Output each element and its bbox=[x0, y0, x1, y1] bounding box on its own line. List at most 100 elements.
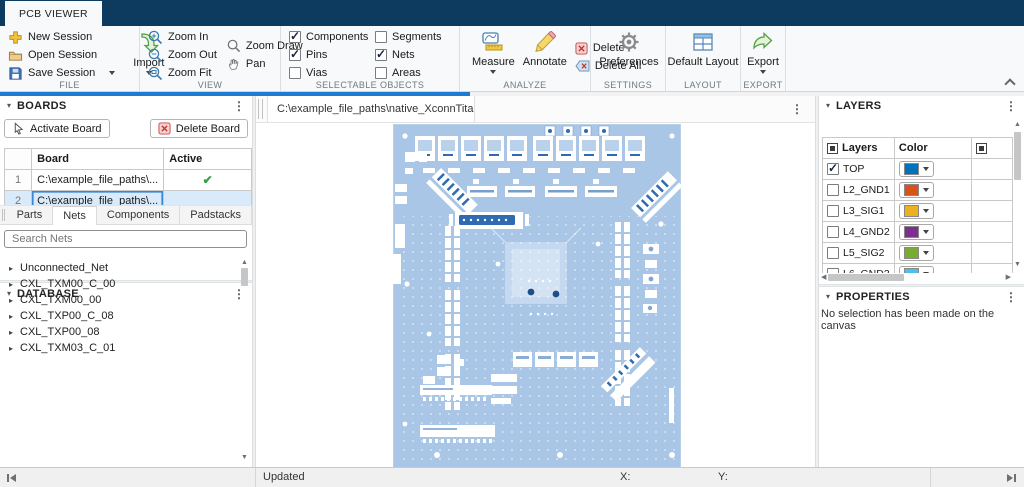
zoom-fit-button[interactable]: Zoom Fit bbox=[148, 65, 217, 81]
new-session-button[interactable]: New Session bbox=[8, 29, 115, 45]
expand-icon[interactable]: ▸ bbox=[9, 312, 13, 321]
boards-panel-menu-icon[interactable]: ⋮ bbox=[233, 99, 245, 113]
expand-icon[interactable]: ▸ bbox=[9, 296, 13, 305]
layers-panel-menu-icon[interactable]: ⋮ bbox=[1005, 99, 1017, 113]
checkbox-segments[interactable]: Segments bbox=[375, 29, 442, 45]
section-file: New Session Open Session Save Session Im… bbox=[0, 26, 140, 91]
net-item[interactable]: ▸ CXL_TXP00_C_08 bbox=[0, 308, 238, 324]
layers-vertical-scrollbar[interactable]: ▲ ▼ bbox=[1012, 120, 1023, 270]
zoom-in-button[interactable]: Zoom In bbox=[148, 29, 217, 45]
layer-visibility-checkbox[interactable] bbox=[827, 184, 839, 196]
expand-icon[interactable]: ▸ bbox=[9, 264, 13, 273]
search-nets-input[interactable] bbox=[4, 230, 247, 248]
measure-button[interactable]: Measure bbox=[468, 29, 519, 75]
export-button[interactable]: Export bbox=[743, 29, 783, 75]
checkbox-nets[interactable]: Nets bbox=[375, 47, 442, 63]
net-item[interactable]: ▸ CXL_TXP00_08 bbox=[0, 324, 238, 340]
document-menu-icon[interactable]: ⋮ bbox=[791, 102, 803, 116]
layer-color-dropdown[interactable] bbox=[899, 203, 934, 219]
pcb-canvas[interactable] bbox=[256, 123, 815, 467]
layers-collapse-icon[interactable]: ▾ bbox=[826, 101, 830, 110]
layer-visibility-checkbox[interactable] bbox=[827, 163, 839, 175]
delete-board-button[interactable]: Delete Board bbox=[150, 119, 248, 138]
tab-bar-grip[interactable] bbox=[2, 209, 5, 221]
layer-row-l2-gnd1[interactable]: L2_GND1 bbox=[823, 180, 1013, 201]
select-all-layers-checkbox[interactable] bbox=[827, 143, 838, 154]
export-dropdown-caret[interactable] bbox=[760, 70, 766, 74]
pins-checkbox[interactable] bbox=[289, 49, 301, 61]
board-row-1[interactable]: 1 C:\example_file_paths\... ✔ bbox=[5, 170, 252, 191]
swatch-caret-icon bbox=[923, 251, 929, 255]
layer-visibility-checkbox[interactable] bbox=[827, 226, 839, 238]
scrollbar-thumb[interactable] bbox=[1014, 132, 1021, 180]
layer-color-dropdown[interactable] bbox=[899, 161, 934, 177]
nets-scrollbar[interactable]: ▲ ▼ bbox=[239, 258, 250, 463]
layer-color-dropdown[interactable] bbox=[899, 245, 934, 261]
properties-panel-menu-icon[interactable]: ⋮ bbox=[1005, 290, 1017, 304]
default-layout-button[interactable]: Default Layout bbox=[664, 29, 743, 69]
board-path-cell[interactable]: C:\example_file_paths\... bbox=[32, 170, 164, 191]
scroll-left-icon[interactable]: ◀ bbox=[821, 273, 826, 283]
save-session-button[interactable]: Save Session bbox=[8, 65, 115, 81]
tab-parts[interactable]: Parts bbox=[7, 206, 54, 224]
layer-visibility-checkbox[interactable] bbox=[827, 247, 839, 259]
net-item[interactable]: ▸ CXL_TXM03_C_01 bbox=[0, 340, 238, 356]
nets-checkbox[interactable] bbox=[375, 49, 387, 61]
net-item[interactable]: ▸ CXL_TXM00_C_00 bbox=[0, 276, 238, 292]
layer-row-l6-gnd3[interactable]: L6_GND3 bbox=[823, 264, 1013, 274]
open-session-button[interactable]: Open Session bbox=[8, 47, 115, 63]
layer-row-l4-gnd2[interactable]: L4_GND2 bbox=[823, 222, 1013, 243]
segments-checkbox[interactable] bbox=[375, 31, 387, 43]
status-x-label: X: bbox=[620, 471, 630, 483]
layers-horizontal-scrollbar[interactable]: ◀ ▶ bbox=[821, 273, 1011, 282]
collapse-right-panel-icon[interactable] bbox=[1007, 474, 1016, 482]
measure-label: Measure bbox=[472, 56, 515, 68]
tab-nets[interactable]: Nets bbox=[53, 206, 97, 225]
net-item[interactable]: ▸ Unconnected_Net bbox=[0, 260, 238, 276]
tab-components[interactable]: Components bbox=[97, 206, 180, 224]
net-item[interactable]: ▸ CXL_TXM00_00 bbox=[0, 292, 238, 308]
checkbox-components[interactable]: Components bbox=[289, 29, 375, 45]
scrollbar-thumb[interactable] bbox=[828, 274, 904, 281]
expand-icon[interactable]: ▸ bbox=[9, 344, 13, 353]
scroll-down-icon[interactable]: ▼ bbox=[1014, 260, 1021, 270]
preferences-button[interactable]: Preferences bbox=[595, 29, 662, 69]
scroll-right-icon[interactable]: ▶ bbox=[1006, 273, 1011, 283]
main-area: ▾ BOARDS ⋮ Activate Board Delete Board B… bbox=[0, 92, 1024, 467]
scroll-up-icon[interactable]: ▲ bbox=[1014, 120, 1021, 130]
save-dropdown-caret[interactable] bbox=[109, 71, 115, 75]
checkbox-vias[interactable]: Vias bbox=[289, 65, 375, 81]
layer-row-top[interactable]: TOP bbox=[823, 159, 1013, 180]
scroll-up-icon[interactable]: ▲ bbox=[241, 258, 248, 268]
doc-tab-grip[interactable] bbox=[258, 99, 263, 119]
boards-collapse-icon[interactable]: ▾ bbox=[7, 101, 11, 110]
scroll-down-icon[interactable]: ▼ bbox=[241, 453, 248, 463]
areas-checkbox[interactable] bbox=[375, 67, 387, 79]
properties-collapse-icon[interactable]: ▾ bbox=[826, 292, 830, 301]
layers-header-row: Layers Color bbox=[823, 138, 1013, 159]
section-layout: Default Layout LAYOUT bbox=[666, 26, 741, 91]
tab-padstacks[interactable]: Padstacks bbox=[180, 206, 252, 224]
layer-color-dropdown[interactable] bbox=[899, 266, 934, 274]
select-all-extra-checkbox[interactable] bbox=[976, 143, 987, 154]
vias-checkbox[interactable] bbox=[289, 67, 301, 79]
zoom-out-button[interactable]: Zoom Out bbox=[148, 47, 217, 63]
toolstrip-collapse-icon[interactable] bbox=[1006, 77, 1014, 85]
measure-dropdown-caret[interactable] bbox=[490, 70, 496, 74]
activate-board-button[interactable]: Activate Board bbox=[4, 119, 110, 138]
layer-row-l5-sig2[interactable]: L5_SIG2 bbox=[823, 243, 1013, 264]
layer-row-l3-sig1[interactable]: L3_SIG1 bbox=[823, 201, 1013, 222]
components-checkbox[interactable] bbox=[289, 31, 301, 43]
scrollbar-thumb[interactable] bbox=[241, 268, 248, 286]
checkbox-pins[interactable]: Pins bbox=[289, 47, 375, 63]
toolstrip-tab-pcb-viewer[interactable]: PCB VIEWER bbox=[5, 1, 102, 26]
layer-visibility-checkbox[interactable] bbox=[827, 205, 839, 217]
annotate-button[interactable]: Annotate bbox=[519, 29, 571, 69]
checkbox-areas[interactable]: Areas bbox=[375, 65, 442, 81]
layer-color-dropdown[interactable] bbox=[899, 182, 934, 198]
document-tab[interactable]: C:\example_file_paths\native_XconnTitan bbox=[267, 96, 475, 122]
expand-icon[interactable]: ▸ bbox=[9, 328, 13, 337]
layer-color-dropdown[interactable] bbox=[899, 224, 934, 240]
expand-icon[interactable]: ▸ bbox=[9, 280, 13, 289]
collapse-left-panel-icon[interactable] bbox=[7, 474, 16, 482]
